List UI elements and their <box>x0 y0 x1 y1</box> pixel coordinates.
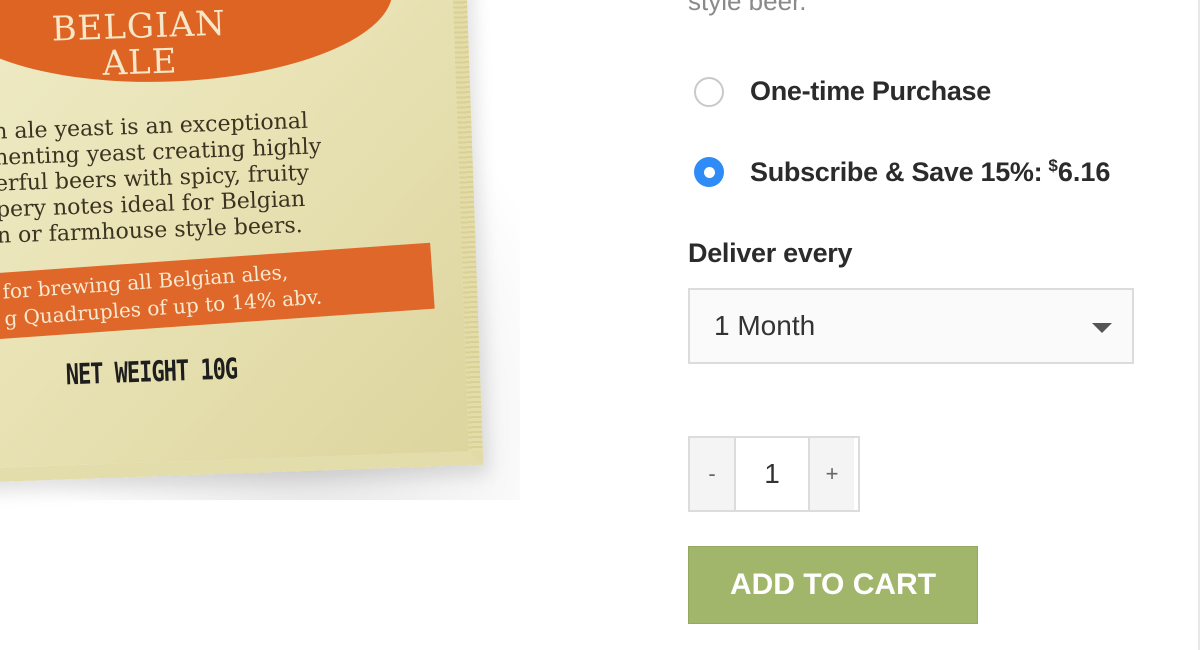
one-time-purchase-radio[interactable] <box>694 76 724 107</box>
subscribe-price: $6.16 <box>1048 156 1110 188</box>
purchase-panel: style beer. One-time Purchase Subscribe … <box>688 0 1188 650</box>
one-time-purchase-label: One-time Purchase <box>750 76 991 106</box>
radio-selected-dot <box>703 166 715 178</box>
packet-net-weight: NET WEIGHT 10G <box>65 353 238 393</box>
one-time-purchase-option[interactable]: One-time Purchase <box>694 76 991 107</box>
chevron-down-icon <box>1092 323 1112 333</box>
delivery-frequency-select[interactable]: 1 Month <box>688 288 1134 364</box>
yeast-packet: BELGIAN ALE n ale yeast is an exceptiona… <box>0 0 484 483</box>
delivery-frequency-value: 1 Month <box>714 310 816 341</box>
packet-title: BELGIAN ALE <box>50 3 227 84</box>
add-to-cart-button[interactable]: ADD TO CART <box>688 546 978 624</box>
quantity-increase-button[interactable]: + <box>810 438 854 510</box>
product-description-tail: style beer. <box>688 0 807 16</box>
packet-description: n ale yeast is an exceptional nenting ye… <box>0 108 322 249</box>
packet-ribbon: for brewing all Belgian ales, g Quadrupl… <box>0 242 435 340</box>
price-currency: $ <box>1048 156 1058 175</box>
price-amount: 6.16 <box>1057 157 1111 187</box>
quantity-stepper: - + <box>688 436 860 512</box>
subscribe-save-option[interactable]: Subscribe & Save 15%: $6.16 <box>694 156 1110 188</box>
packet-ribbon-text: for brewing all Belgian ales, g Quadrupl… <box>1 259 323 331</box>
deliver-every-label: Deliver every <box>688 238 853 268</box>
quantity-decrease-button[interactable]: - <box>690 438 734 510</box>
subscribe-save-label: Subscribe & Save 15%: <box>750 156 1043 187</box>
product-image: BELGIAN ALE n ale yeast is an exceptiona… <box>0 0 640 650</box>
subscribe-save-radio[interactable] <box>694 157 724 187</box>
quantity-input[interactable] <box>734 438 810 510</box>
